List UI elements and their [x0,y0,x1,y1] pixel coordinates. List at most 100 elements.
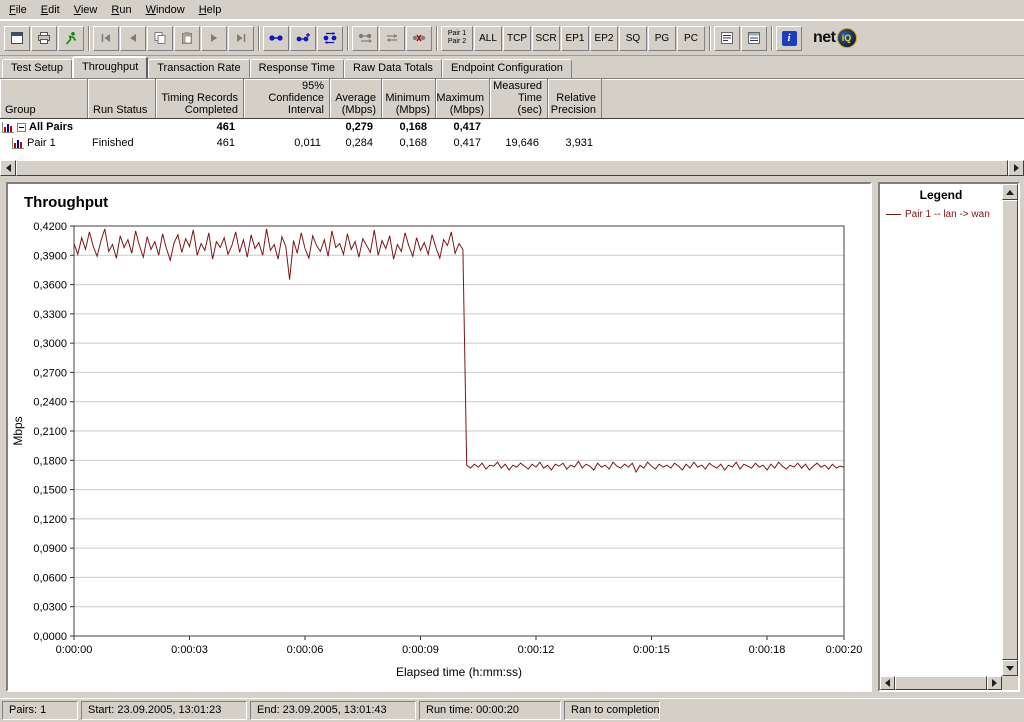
svg-text:0:00:12: 0:00:12 [518,644,555,656]
svg-text:0:00:00: 0:00:00 [56,644,93,656]
replicate-pair-icon [358,33,372,43]
svg-text:0,0000: 0,0000 [33,631,67,643]
average-cell: 0,279 [345,121,373,133]
status-result: Ran to completion [564,701,660,720]
reverse-pair-icon [387,34,397,42]
status-run-time: Run time: 00:00:20 [419,701,561,720]
tab-test-setup[interactable]: Test Setup [2,59,72,78]
svg-text:Mbps: Mbps [11,416,25,445]
paste-button[interactable] [174,25,200,51]
report-button[interactable] [4,25,30,51]
svg-text:0:00:20: 0:00:20 [826,644,863,656]
application-window: { "menu": { "items": ["File", "Edit", "V… [0,0,1024,722]
column-header-minimum: Minimum (Mbps) [382,79,436,118]
left-arrow-icon [2,164,11,172]
scroll-up-button[interactable] [1002,184,1018,200]
legend-vertical-scrollbar[interactable] [1002,184,1018,676]
tab-transaction-rate[interactable]: Transaction Rate [148,59,250,78]
menu-edit[interactable]: Edit [34,1,67,19]
next-pair-button[interactable] [201,25,227,51]
menu-file[interactable]: File [2,1,34,19]
tab-response-time[interactable]: Response Time [249,59,345,78]
legend-panel: Legend Pair 1 -- lan -> wan [878,182,1020,692]
add-pair-button[interactable] [263,25,289,51]
column-header-measured-time: Measured Time (sec) [490,79,548,118]
menu-run[interactable]: Run [104,1,138,19]
svg-text:0:00:06: 0:00:06 [287,644,324,656]
scroll-right-button[interactable] [1008,160,1024,176]
filter-ep1-button[interactable]: EP1 [561,25,589,51]
last-pair-button[interactable] [228,25,254,51]
scroll-left-button[interactable] [880,676,895,690]
swap-endpoints-button[interactable] [317,25,343,51]
menu-help[interactable]: Help [192,1,229,19]
svg-text:0,1800: 0,1800 [33,455,67,467]
right-arrow-icon [992,679,1001,687]
tab-endpoint-configuration[interactable]: Endpoint Configuration [441,59,572,78]
scrollbar-thumb[interactable] [895,676,987,690]
up-arrow-icon [1006,186,1014,195]
first-pair-icon [101,34,110,42]
copy-button[interactable] [147,25,173,51]
add-group-button[interactable] [290,25,316,51]
group-label: Pair 1 [27,137,56,149]
minimum-cell: 0,168 [399,121,427,133]
details-view-button[interactable] [741,25,767,51]
first-pair-button[interactable] [93,25,119,51]
tab-raw-data-totals[interactable]: Raw Data Totals [344,59,442,78]
scroll-right-button[interactable] [987,676,1002,690]
down-arrow-icon [1006,665,1014,675]
chart-region: Throughput 0,4200 0,3900 0,3600 0,3300 0,300… [0,176,1024,698]
tab-throughput[interactable]: Throughput [71,56,149,78]
filter-pg-button[interactable]: PG [648,25,676,51]
collapse-all-pairs-icon[interactable] [17,122,26,132]
minimum-cell: 0,168 [399,137,427,149]
menu-bar: File Edit View Run Window Help [0,0,1024,20]
previous-pair-button[interactable] [120,25,146,51]
svg-text:0,3600: 0,3600 [33,280,67,292]
scrollbar-thumb[interactable] [16,160,1008,176]
add-pair-icon [269,35,283,41]
previous-pair-icon [130,34,136,42]
next-pair-icon [211,34,217,42]
table-horizontal-scrollbar[interactable] [0,160,1024,176]
scroll-left-button[interactable] [0,160,16,176]
reverse-pair-button[interactable] [379,25,405,51]
delete-pair-icon [412,34,426,42]
list-view-button[interactable] [714,25,740,51]
results-table: Group Run Status Timing Records Complete… [0,78,1024,176]
filter-tcp-button[interactable]: TCP [503,25,531,51]
last-pair-icon [237,34,246,42]
legend-entry: Pair 1 -- lan -> wan [880,202,1002,220]
table-body: All Pairs 461 0,279 0,168 0,417 Pair 1 F… [0,119,1024,161]
info-button[interactable]: i [776,25,802,51]
status-pairs: Pairs: 1 [2,701,78,720]
menu-window[interactable]: Window [139,1,192,19]
pair-chart-icon [12,137,24,149]
netiq-logo: net iQ [813,28,857,48]
pair-visibility-button[interactable]: Pair 1 Pair 2 [441,25,473,51]
filter-scr-button[interactable]: SCR [532,25,560,51]
legend-horizontal-scrollbar[interactable] [880,676,1002,690]
print-button[interactable] [31,25,57,51]
filter-ep2-button[interactable]: EP2 [590,25,618,51]
maximum-cell: 0,417 [453,121,481,133]
table-row-pair-1[interactable]: Pair 1 Finished 461 0,011 0,284 0,168 0,… [0,135,1024,151]
menu-view[interactable]: View [67,1,105,19]
svg-text:0,0900: 0,0900 [33,543,67,555]
paste-icon [182,32,192,44]
run-status-cell: Finished [92,137,134,149]
scroll-down-button[interactable] [1002,660,1018,676]
table-row-all-pairs[interactable]: All Pairs 461 0,279 0,168 0,417 [0,119,1024,135]
replicate-pair-button[interactable] [352,25,378,51]
svg-text:0:00:18: 0:00:18 [749,644,786,656]
scrollbar-thumb[interactable] [1002,200,1018,660]
details-view-icon [748,32,760,44]
throughput-chart-svg: 0,4200 0,3900 0,3600 0,3300 0,3000 0,2700 0,24… [11,221,863,679]
filter-all-button[interactable]: ALL [474,25,502,51]
delete-pair-button[interactable] [406,25,432,51]
run-test-button[interactable] [58,25,84,51]
filter-sq-button[interactable]: SQ [619,25,647,51]
toolbar-separator [258,25,260,51]
filter-pc-button[interactable]: PC [677,25,705,51]
